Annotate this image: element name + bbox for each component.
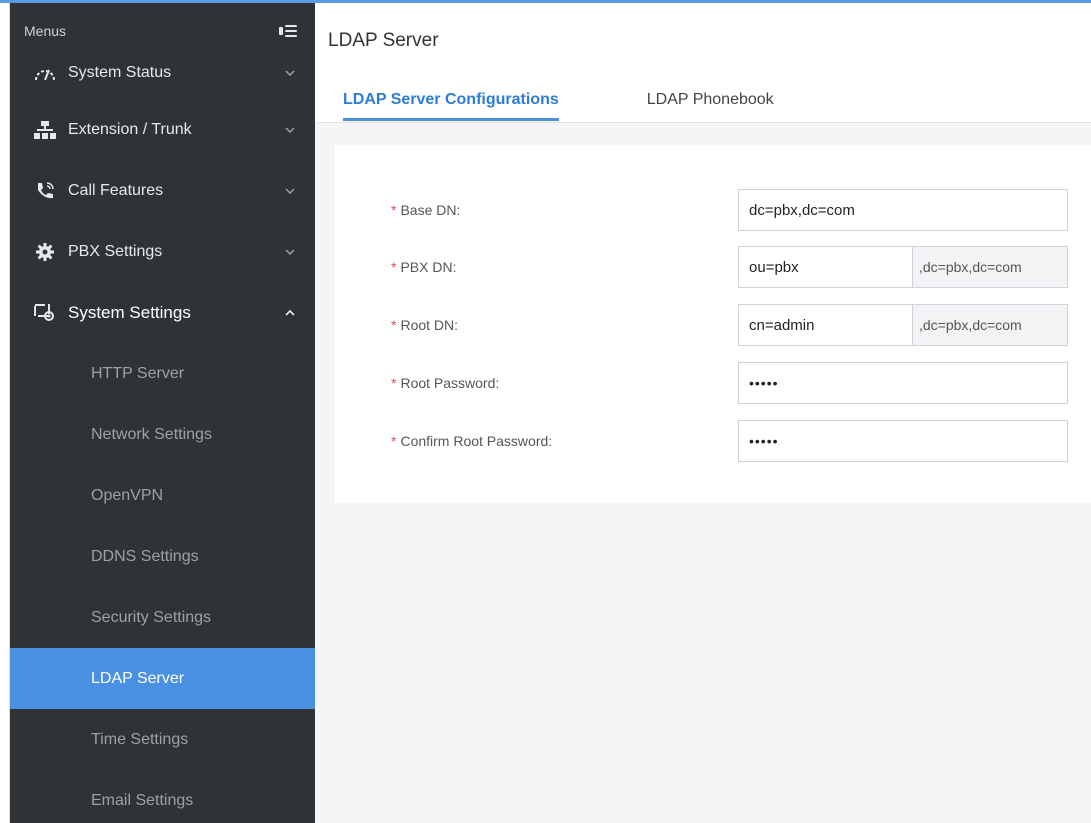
required-mark: * <box>391 202 397 218</box>
collapse-menu-icon[interactable] <box>279 24 297 38</box>
root-password-label: * Root Password: <box>391 375 500 391</box>
chevron-down-icon <box>285 186 295 196</box>
sidebar-item-label: Call Features <box>68 181 164 199</box>
gear-icon <box>34 241 56 263</box>
required-mark: * <box>391 317 397 333</box>
submenu-time-settings[interactable]: Time Settings <box>10 709 315 770</box>
sidebar-item-label: PBX Settings <box>68 242 163 260</box>
confirm-root-password-input[interactable]: ••••• <box>738 420 1068 462</box>
sidebar-item-label: Extension / Trunk <box>68 120 192 138</box>
page-title: LDAP Server <box>328 30 439 51</box>
network-icon <box>34 119 56 141</box>
tab-ldap-server-configurations[interactable]: LDAP Server Configurations <box>343 91 559 121</box>
sidebar-item-system-settings[interactable]: System Settings <box>10 282 315 343</box>
form-row-root-dn: * Root DN: cn=admin ,dc=pbx,dc=com <box>335 304 1091 348</box>
required-mark: * <box>391 433 397 449</box>
submenu-http-server[interactable]: HTTP Server <box>10 343 315 404</box>
speedometer-icon <box>34 62 56 84</box>
monitor-gear-icon <box>34 302 56 324</box>
sidebar-item-system-status[interactable]: System Status <box>10 47 315 99</box>
phone-call-icon <box>34 180 56 202</box>
chevron-down-icon <box>285 247 295 257</box>
chevron-down-icon <box>285 125 295 135</box>
sidebar-item-call-features[interactable]: Call Features <box>10 160 315 221</box>
sidebar-header-label: Menus <box>24 23 67 39</box>
chevron-down-icon <box>285 68 295 78</box>
sidebar-item-pbx-settings[interactable]: PBX Settings <box>10 221 315 282</box>
base-dn-label: * Base DN: <box>391 202 461 218</box>
root-password-input[interactable]: ••••• <box>738 362 1068 404</box>
base-dn-input[interactable]: dc=pbx,dc=com <box>738 189 1068 231</box>
pbx-dn-suffix: ,dc=pbx,dc=com <box>913 246 1068 288</box>
submenu-security-settings[interactable]: Security Settings <box>10 587 315 648</box>
confirm-root-password-label: * Confirm Root Password: <box>391 433 553 449</box>
submenu-ddns-settings[interactable]: DDNS Settings <box>10 526 315 587</box>
form-row-confirm-root-password: * Confirm Root Password: ••••• <box>335 420 1091 464</box>
page-header: LDAP Server LDAP Server Configurations L… <box>315 3 1091 123</box>
pbx-dn-label: * PBX DN: <box>391 259 457 275</box>
root-dn-suffix: ,dc=pbx,dc=com <box>913 304 1068 346</box>
form-row-pbx-dn: * PBX DN: ou=pbx ,dc=pbx,dc=com <box>335 246 1091 290</box>
root-dn-input[interactable]: cn=admin <box>738 304 913 346</box>
form-row-base-dn: * Base DN: dc=pbx,dc=com <box>335 189 1091 233</box>
sidebar-item-label: System Status <box>68 64 172 81</box>
pbx-dn-input[interactable]: ou=pbx <box>738 246 913 288</box>
chevron-up-icon <box>285 308 295 318</box>
submenu-network-settings[interactable]: Network Settings <box>10 404 315 465</box>
required-mark: * <box>391 375 397 391</box>
sidebar-item-extension-trunk[interactable]: Extension / Trunk <box>10 99 315 160</box>
sidebar-item-label: System Settings <box>68 302 191 322</box>
ldap-config-form: * Base DN: dc=pbx,dc=com * PBX DN: ou=pbx … <box>335 145 1091 503</box>
submenu-email-settings[interactable]: Email Settings <box>10 770 315 823</box>
main-content: LDAP Server LDAP Server Configurations L… <box>315 3 1091 823</box>
tab-bar: LDAP Server Configurations LDAP Phoneboo… <box>343 91 862 121</box>
root-dn-label: * Root DN: <box>391 317 459 333</box>
form-row-root-password: * Root Password: ••••• <box>335 362 1091 406</box>
tab-ldap-phonebook[interactable]: LDAP Phonebook <box>647 91 774 117</box>
required-mark: * <box>391 259 397 275</box>
submenu-openvpn[interactable]: OpenVPN <box>10 465 315 526</box>
submenu-ldap-server[interactable]: LDAP Server <box>10 648 315 709</box>
sidebar: Menus System Status Extension / Trunk Ca… <box>10 3 315 823</box>
window-left-edge <box>0 0 10 823</box>
